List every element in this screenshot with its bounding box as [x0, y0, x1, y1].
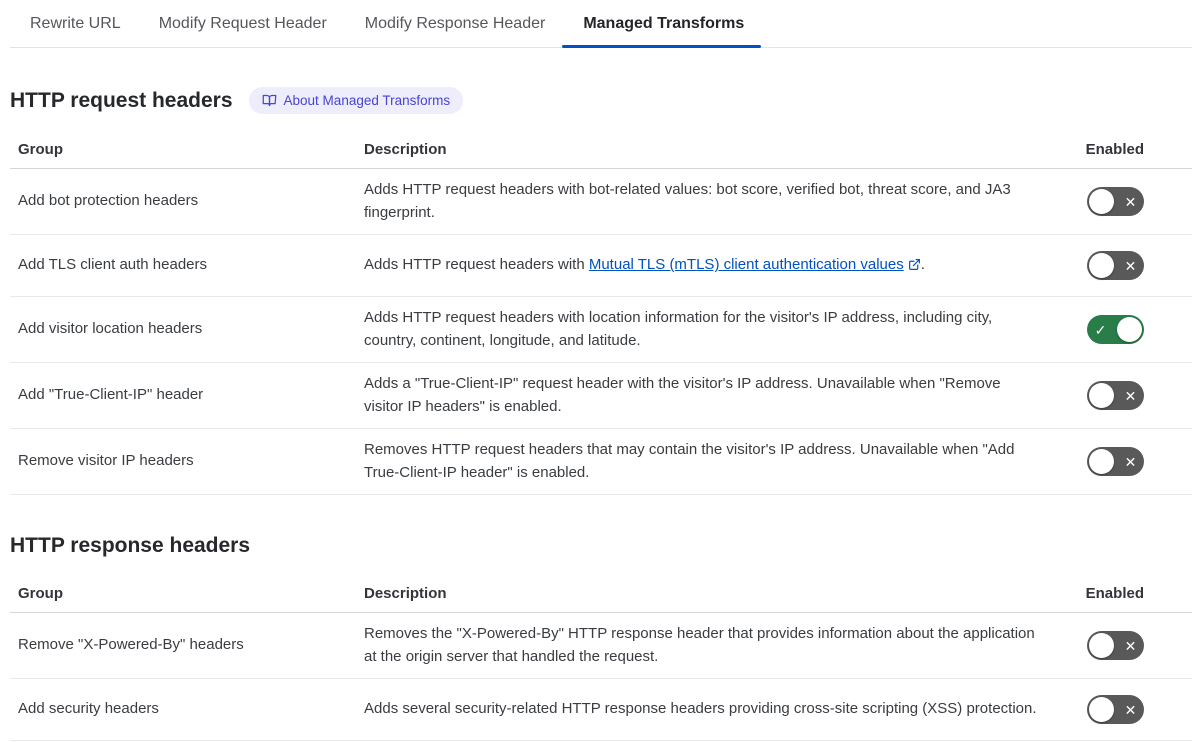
x-icon: ✕ [1124, 637, 1137, 654]
enabled-cell: ✓ ✕ [1056, 169, 1192, 234]
column-header-description: Description [364, 585, 447, 602]
description-text: Removes HTTP request headers that may co… [364, 441, 1015, 481]
description-cell: Removes HTTP request headers that may co… [364, 429, 1056, 494]
table-row: Add security headers Adds several securi… [10, 679, 1192, 741]
description-text: Adds HTTP request headers with Mutual TL… [364, 256, 925, 274]
description-text: Removes the "X-Powered-By" HTTP response… [364, 625, 1035, 665]
column-header-description: Description [364, 141, 447, 158]
toggle-knob [1089, 253, 1114, 278]
group-cell: Remove "X-Powered-By" headers [18, 636, 244, 654]
description-text: Adds HTTP request headers with bot-relat… [364, 181, 1011, 221]
enabled-cell: ✓ ✕ [1056, 613, 1192, 678]
x-icon: ✕ [1124, 387, 1137, 404]
description-cell: Adds HTTP request headers with location … [364, 297, 1056, 362]
description-link[interactable]: Mutual TLS (mTLS) client authentication … [589, 256, 904, 273]
table-header-row: Group Description Enabled [10, 571, 1192, 613]
section-title: HTTP request headers [10, 88, 233, 112]
column-header-enabled: Enabled [1085, 141, 1144, 158]
toggle-knob [1089, 383, 1114, 408]
toggle-add-security-headers[interactable]: ✓ ✕ [1087, 695, 1144, 724]
description-text: Adds several security-related HTTP respo… [364, 700, 1037, 718]
column-header-group: Group [18, 141, 63, 158]
group-cell: Add bot protection headers [18, 192, 199, 210]
table-row: Remove "X-Powered-By" headers Removes th… [10, 613, 1192, 679]
group-cell: Remove visitor IP headers [18, 452, 194, 470]
table: Group Description Enabled Remove "X-Powe… [10, 571, 1192, 741]
toggle-knob [1089, 633, 1114, 658]
enabled-cell: ✓ ✕ [1056, 429, 1192, 494]
about-managed-transforms-badge[interactable]: About Managed Transforms [248, 87, 464, 114]
toggle-add-visitor-location-headers[interactable]: ✓ ✕ [1087, 315, 1144, 344]
group-cell: Add visitor location headers [18, 320, 203, 338]
tab-rewrite-url[interactable]: Rewrite URL [30, 0, 121, 47]
x-icon: ✕ [1124, 453, 1137, 470]
toggle-add-bot-protection-headers[interactable]: ✓ ✕ [1087, 187, 1144, 216]
table-row: Add "True-Client-IP" header Adds a "True… [10, 363, 1192, 429]
group-cell: Add "True-Client-IP" header [18, 386, 204, 404]
toggle-knob [1089, 189, 1114, 214]
table-header-row: Group Description Enabled [10, 127, 1192, 169]
book-icon [262, 94, 276, 107]
group-cell: Add TLS client auth headers [18, 256, 208, 274]
table-body: Add bot protection headers Adds HTTP req… [10, 169, 1192, 495]
toggle-knob [1089, 449, 1114, 474]
table-row: Add TLS client auth headers Adds HTTP re… [10, 235, 1192, 297]
description-cell: Adds a "True-Client-IP" request header w… [364, 363, 1056, 428]
main-content: HTTP request headers About Managed Trans… [10, 87, 1192, 741]
table-row: Add bot protection headers Adds HTTP req… [10, 169, 1192, 235]
description-text: Adds HTTP request headers with location … [364, 309, 993, 349]
description-text: Adds a "True-Client-IP" request header w… [364, 375, 1001, 415]
tab-modify-response-header[interactable]: Modify Response Header [365, 0, 546, 47]
toggle-knob [1117, 317, 1142, 342]
external-link-icon [908, 259, 920, 271]
section-head: HTTP response headers [10, 534, 1192, 558]
section-http-response-headers: HTTP response headers Group Description … [10, 534, 1192, 741]
toggle-knob [1089, 697, 1114, 722]
description-cell: Adds several security-related HTTP respo… [364, 679, 1056, 740]
about-badge-label: About Managed Transforms [283, 93, 451, 108]
group-cell: Add security headers [18, 700, 159, 718]
section-head: HTTP request headers About Managed Trans… [10, 87, 1192, 114]
description-cell: Removes the "X-Powered-By" HTTP response… [364, 613, 1056, 678]
table-row: Add visitor location headers Adds HTTP r… [10, 297, 1192, 363]
x-icon: ✕ [1124, 257, 1137, 274]
column-header-group: Group [18, 585, 63, 602]
enabled-cell: ✓ ✕ [1056, 363, 1192, 428]
tab-modify-request-header[interactable]: Modify Request Header [159, 0, 327, 47]
tab-managed-transforms[interactable]: Managed Transforms [562, 0, 762, 48]
table-body: Remove "X-Powered-By" headers Removes th… [10, 613, 1192, 741]
description-cell: Adds HTTP request headers with bot-relat… [364, 169, 1056, 234]
table: Group Description Enabled Add bot protec… [10, 127, 1192, 495]
table-row: Remove visitor IP headers Removes HTTP r… [10, 429, 1192, 495]
x-icon: ✕ [1124, 701, 1137, 718]
check-icon: ✓ [1094, 321, 1107, 338]
description-cell: Adds HTTP request headers with Mutual TL… [364, 235, 1056, 296]
enabled-cell: ✓ ✕ [1056, 235, 1192, 296]
toggle-add-true-client-ip-header[interactable]: ✓ ✕ [1087, 381, 1144, 410]
tab-bar: Rewrite URL Modify Request Header Modify R… [10, 0, 1192, 48]
section-http-request-headers: HTTP request headers About Managed Trans… [10, 87, 1192, 495]
column-header-enabled: Enabled [1085, 585, 1144, 602]
enabled-cell: ✓ ✕ [1056, 679, 1192, 740]
toggle-add-tls-client-auth-headers[interactable]: ✓ ✕ [1087, 251, 1144, 280]
toggle-remove-x-powered-by-headers[interactable]: ✓ ✕ [1087, 631, 1144, 660]
x-icon: ✕ [1124, 193, 1137, 210]
enabled-cell: ✓ ✕ [1056, 297, 1192, 362]
toggle-remove-visitor-ip-headers[interactable]: ✓ ✕ [1087, 447, 1144, 476]
section-title: HTTP response headers [10, 534, 251, 557]
